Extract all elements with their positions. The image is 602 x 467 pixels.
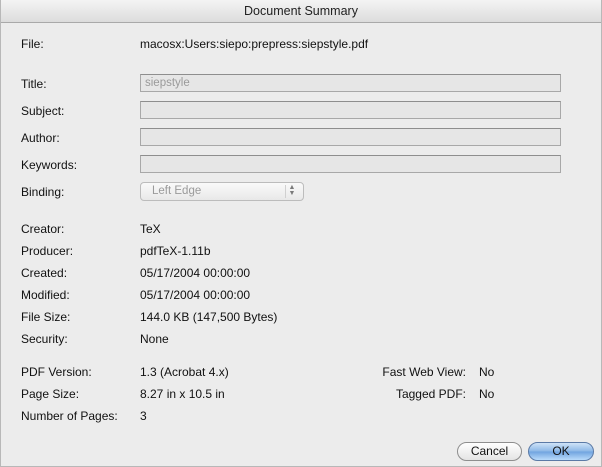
file-size-value: 144.0 KB (147,500 Bytes) bbox=[140, 310, 278, 324]
dialog-title: Document Summary bbox=[1, 0, 601, 23]
page-size-value: 8.27 in x 10.5 in bbox=[140, 387, 225, 401]
pdf-version-value: 1.3 (Acrobat 4.x) bbox=[140, 365, 229, 379]
cancel-button[interactable]: Cancel bbox=[457, 442, 522, 461]
page-size-label: Page Size: bbox=[21, 387, 80, 401]
fast-web-view-value: No bbox=[479, 365, 495, 379]
created-value: 05/17/2004 00:00:00 bbox=[140, 266, 251, 280]
producer-label: Producer: bbox=[21, 244, 74, 258]
file-size-label: File Size: bbox=[21, 310, 71, 324]
tagged-pdf-value: No bbox=[479, 387, 495, 401]
tagged-pdf-label: Tagged PDF: bbox=[395, 387, 466, 401]
producer-value: pdfTeX-1.11b bbox=[140, 244, 211, 258]
keywords-field[interactable] bbox=[140, 155, 561, 173]
subject-field[interactable] bbox=[140, 101, 561, 119]
title-field[interactable]: siepstyle bbox=[140, 74, 561, 92]
created-label: Created: bbox=[21, 266, 68, 280]
num-pages-value: 3 bbox=[140, 409, 147, 423]
subject-label: Subject: bbox=[21, 104, 65, 118]
document-summary-dialog: Document Summary File: macosx:Users:siep… bbox=[0, 0, 602, 467]
creator-label: Creator: bbox=[21, 222, 65, 236]
fast-web-view-label: Fast Web View: bbox=[382, 365, 466, 379]
binding-value: Left Edge bbox=[152, 185, 202, 197]
title-label: Title: bbox=[21, 77, 47, 91]
modified-label: Modified: bbox=[21, 288, 70, 302]
pdf-version-label: PDF Version: bbox=[21, 365, 92, 379]
num-pages-label: Number of Pages: bbox=[21, 409, 118, 423]
author-label: Author: bbox=[21, 131, 60, 145]
keywords-label: Keywords: bbox=[21, 158, 78, 172]
security-value: None bbox=[140, 332, 169, 346]
ok-button[interactable]: OK bbox=[528, 442, 594, 461]
author-field[interactable] bbox=[140, 128, 561, 146]
security-label: Security: bbox=[21, 332, 68, 346]
binding-popup[interactable]: Left Edge ▲ ▼ bbox=[140, 182, 304, 201]
modified-value: 05/17/2004 00:00:00 bbox=[140, 288, 251, 302]
creator-value: TeX bbox=[140, 222, 161, 236]
file-path: macosx:Users:siepo:prepress:siepstyle.pd… bbox=[140, 37, 369, 51]
file-label: File: bbox=[21, 37, 44, 51]
up-down-arrows-icon: ▲ ▼ bbox=[285, 184, 298, 198]
binding-label: Binding: bbox=[21, 185, 65, 199]
